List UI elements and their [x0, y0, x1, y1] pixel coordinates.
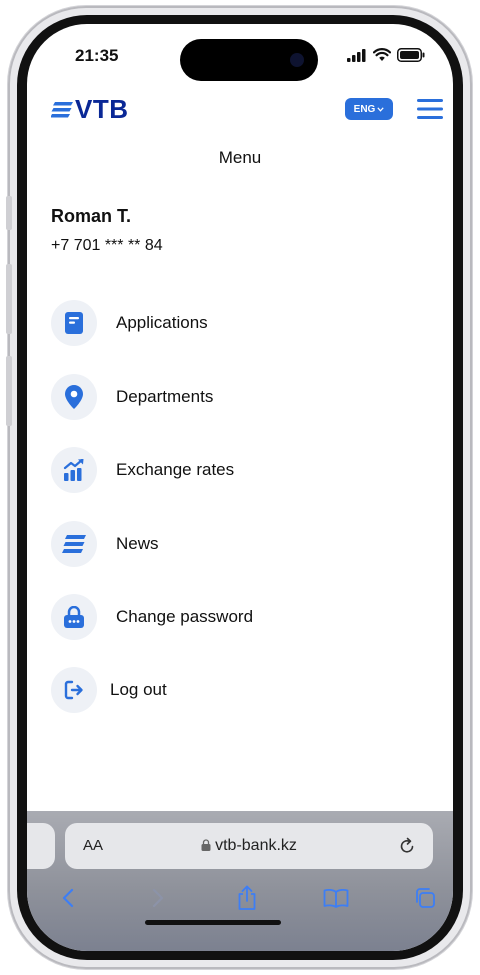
document-icon	[51, 300, 97, 346]
menu-item-label: Applications	[116, 313, 208, 332]
status-icons	[347, 48, 425, 62]
menu-item-exchange-rates[interactable]: Exchange rates	[51, 447, 234, 493]
wifi-icon	[373, 48, 391, 61]
share-icon	[238, 885, 256, 910]
chevron-left-icon	[62, 888, 74, 908]
menu-item-label: Change password	[116, 607, 254, 626]
language-label: ENG	[353, 103, 376, 115]
news-icon	[51, 521, 97, 567]
forward-button[interactable]	[143, 883, 173, 913]
chevron-down-icon	[377, 106, 384, 112]
share-button[interactable]	[232, 883, 262, 913]
lock-icon	[201, 839, 211, 851]
book-icon	[323, 888, 349, 908]
browser-bottom-bar: AA vtb-bank.kz	[27, 811, 453, 951]
browser-toolbar	[27, 883, 453, 923]
menu-item-news[interactable]: News	[51, 521, 159, 567]
chart-icon	[51, 447, 97, 493]
status-time: 21:35	[75, 46, 119, 65]
user-phone: +7 701 *** ** 84	[51, 237, 163, 254]
volume-up-button	[6, 264, 12, 334]
hamburger-menu-icon[interactable]	[417, 98, 443, 120]
vtb-logo[interactable]: VTB	[51, 94, 129, 125]
address-bar[interactable]: AA vtb-bank.kz	[65, 823, 433, 869]
camera-icon	[290, 53, 304, 67]
menu-item-applications[interactable]: Applications	[51, 300, 208, 346]
cellular-signal-icon	[347, 48, 366, 62]
bookmarks-button[interactable]	[321, 883, 351, 913]
action-button	[6, 196, 12, 230]
url-text: vtb-bank.kz	[215, 837, 297, 854]
phone-screen: 21:35 VTB ENG Menu Roman T. +7 701 *** *…	[27, 24, 453, 951]
menu-title: Menu	[218, 148, 262, 167]
language-selector[interactable]: ENG	[345, 98, 393, 120]
location-pin-icon	[51, 374, 97, 420]
reload-icon[interactable]	[397, 836, 417, 856]
chevron-right-icon	[152, 888, 164, 908]
previous-tab-preview[interactable]	[27, 823, 55, 869]
phone-device: 21:35 VTB ENG Menu Roman T. +7 701 *** *…	[0, 0, 480, 975]
dynamic-island	[180, 39, 318, 81]
menu-item-label: Log out	[110, 680, 167, 699]
logo-stripes-icon	[51, 101, 73, 117]
menu-item-change-password[interactable]: Change password	[51, 594, 253, 640]
menu-item-log-out[interactable]: Log out	[51, 667, 167, 713]
menu-item-label: News	[116, 534, 159, 553]
volume-down-button	[6, 356, 12, 426]
logout-icon	[51, 667, 97, 713]
battery-icon	[397, 48, 425, 62]
menu-item-label: Departments	[116, 387, 214, 406]
home-indicator[interactable]	[145, 920, 281, 925]
url-display[interactable]: vtb-bank.kz	[65, 837, 433, 855]
logo-text: VTB	[75, 94, 129, 124]
tabs-icon	[416, 888, 435, 908]
menu-item-label: Exchange rates	[116, 460, 235, 479]
back-button[interactable]	[53, 883, 83, 913]
tabs-button[interactable]	[410, 883, 440, 913]
user-name: Roman T.	[51, 206, 132, 226]
lock-icon	[51, 594, 97, 640]
menu-item-departments[interactable]: Departments	[51, 374, 213, 420]
